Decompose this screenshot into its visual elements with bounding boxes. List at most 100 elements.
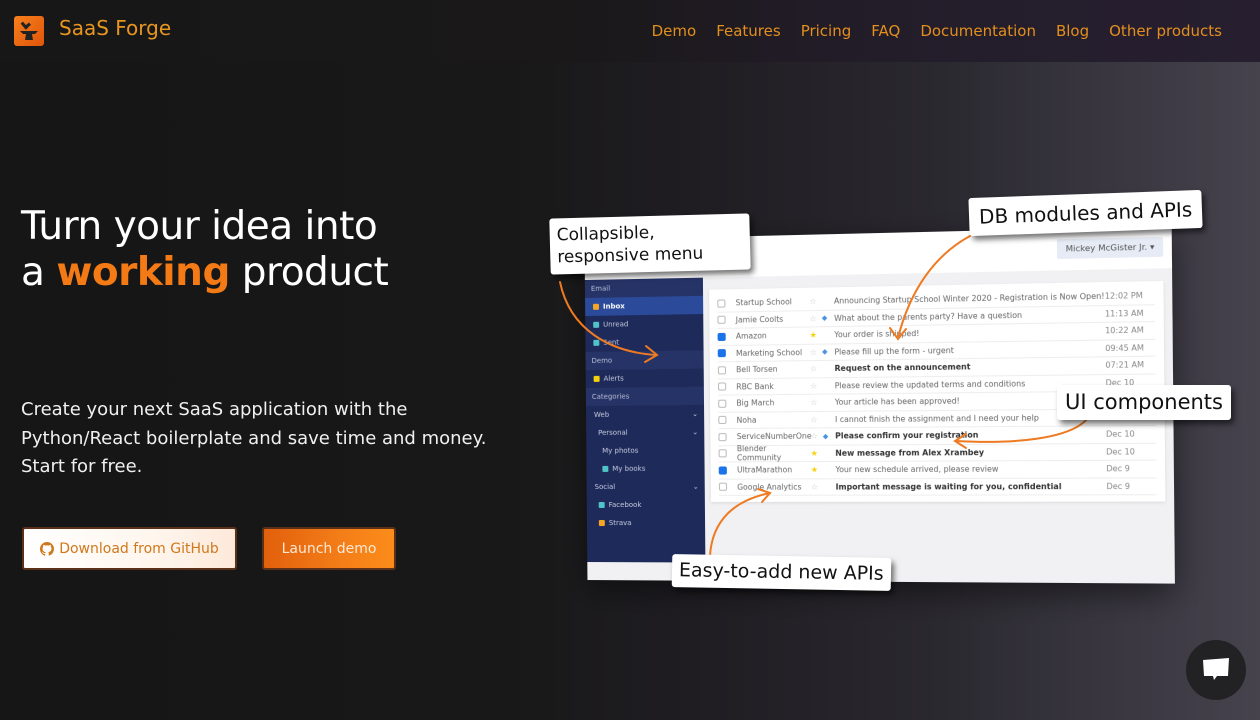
chevron-down-icon: ⌄ (692, 410, 699, 419)
hero-subtitle: Create your next SaaS application with t… (21, 399, 487, 477)
email-subject: New message from Alex Xrambey (835, 447, 985, 458)
mockup-sidebar-label: Inbox (602, 302, 625, 311)
email-subject: Please confirm your registration (835, 430, 979, 441)
email-time: 07:21 AM (1105, 360, 1145, 371)
star-icon: ☆ (810, 482, 819, 492)
download-github-label: Download from GitHub (59, 540, 219, 557)
chevron-down-icon: ⌄ (692, 428, 699, 437)
brand[interactable]: SaaS Forge (14, 16, 171, 46)
chat-button[interactable] (1186, 640, 1246, 700)
mockup-user-name: Mickey McGister Jr. (1065, 242, 1148, 254)
mockup-sidebar-label: Sent (603, 338, 620, 347)
anvil-logo-icon (14, 16, 44, 46)
mockup-sidebar-label: Demo (591, 356, 613, 365)
email-sender: Noha (736, 415, 757, 425)
email-subject: Announcing Startup School Winter 2020 - … (833, 291, 1105, 306)
launch-demo-button[interactable]: Launch demo (262, 527, 396, 570)
email-sender: Startup School (735, 297, 792, 308)
mockup-sidebar-label: Social (594, 482, 616, 491)
strava-icon (598, 520, 605, 527)
checkbox (718, 482, 728, 492)
email-sender: Google Analytics (737, 482, 802, 492)
email-time: 10:22 AM (1105, 325, 1144, 336)
email-sender: Amazon (735, 331, 767, 342)
email-subject: What about the parents party? Have a que… (834, 310, 1023, 323)
mockup-email-row: UltraMarathon ★ Your new schedule arrived,… (718, 460, 1157, 480)
mockup-sidebar-item: Social ⌄ (587, 478, 705, 496)
checkbox (718, 466, 727, 475)
tag-icon: ◆ (822, 432, 829, 441)
mockup-email-row: Google Analytics ☆ Important message is wa… (718, 477, 1157, 496)
nav-link-demo[interactable]: Demo (652, 22, 697, 40)
hero-title-accent: working (56, 250, 230, 295)
mockup-sidebar-item: Facebook (587, 496, 705, 514)
mockup-sidebar-item: Inbox (585, 295, 704, 317)
email-subject: Please fill up the form - urgent (834, 345, 954, 357)
email-sender: Blender Community (736, 444, 782, 463)
email-time: Dec 9 (1106, 481, 1131, 491)
nav-link-documentation[interactable]: Documentation (920, 22, 1036, 40)
mockup-sidebar-item: Demo (585, 350, 704, 371)
mockup-sidebar-label: Unread (603, 320, 629, 329)
email-time: Dec 9 (1106, 464, 1130, 474)
checkbox (718, 382, 727, 391)
mockup-sidebar-item: Web ⌄ (586, 405, 704, 424)
callout-collapsible-menu: Collapsible, responsive menu (549, 213, 751, 275)
email-sender: Jamie Coolts (735, 314, 784, 325)
email-time: 09:45 AM (1105, 342, 1144, 353)
nav-link-features[interactable]: Features (716, 22, 781, 40)
navbar: SaaS Forge Demo Features Pricing FAQ Doc… (0, 0, 1260, 62)
chevron-down-icon: ⌄ (692, 482, 699, 491)
star-icon: ☆ (809, 364, 818, 374)
nav-link-faq[interactable]: FAQ (871, 22, 900, 40)
email-subject: Your new schedule arrived, please review (835, 464, 999, 475)
callout-ui-components: UI components (1057, 385, 1231, 421)
nav-link-other-products[interactable]: Other products (1109, 22, 1222, 40)
mockup-sidebar-item: Personal ⌄ (586, 423, 704, 442)
star-icon: ★ (810, 448, 818, 458)
tag-icon: ◆ (821, 314, 828, 323)
nav-link-pricing[interactable]: Pricing (801, 22, 852, 40)
email-subject: Request on the announcement (834, 362, 971, 374)
checkbox (718, 416, 727, 425)
checkbox (718, 399, 727, 408)
hero-title-suffix: product (241, 250, 389, 295)
email-sender: Big March (736, 398, 775, 408)
mockup-sidebar-label: Strava (608, 519, 632, 528)
star-icon: ☆ (810, 398, 818, 408)
checkbox (717, 332, 726, 341)
facebook-icon (598, 501, 605, 509)
mockup-sidebar-item: Sent (585, 332, 703, 352)
checkbox (717, 315, 726, 325)
star-icon: ☆ (810, 431, 818, 441)
star-icon: ☆ (809, 313, 817, 324)
mockup-email-row: Blender Community ★ New message from Alex … (718, 443, 1157, 463)
github-icon (40, 541, 55, 556)
download-github-button[interactable]: Download from GitHub (22, 527, 237, 570)
checkbox (718, 432, 727, 441)
mockup-sidebar-label: Facebook (608, 500, 642, 510)
checkbox (717, 299, 726, 308)
mail-icon (593, 321, 600, 328)
checkbox (717, 349, 726, 358)
mockup-sidebar-label: Categories (591, 392, 630, 401)
email-sender: Marketing School (735, 347, 803, 358)
mockup-user-menu: Mickey McGister Jr. ▾ (1056, 236, 1164, 260)
mockup-sidebar-label: Email (590, 284, 611, 293)
mockup-sidebar-label: Alerts (603, 374, 624, 383)
email-sender: UltraMarathon (736, 465, 793, 475)
mockup-sidebar-label: My photos (602, 446, 639, 455)
email-sender: ServiceNumberOne (736, 431, 812, 442)
email-time: 12:02 PM (1104, 291, 1143, 302)
checkbox (717, 365, 727, 375)
email-sender: RBC Bank (736, 381, 774, 392)
book-icon (602, 465, 609, 472)
hero-title-prefix: a (21, 250, 45, 295)
mockup-sidebar-item: My photos (586, 441, 704, 460)
hero-title: Turn your idea into a working product (21, 204, 389, 296)
tag-icon: ◆ (821, 347, 828, 357)
nav-links: Demo Features Pricing FAQ Documentation … (652, 22, 1222, 40)
star-icon: ☆ (809, 347, 818, 357)
nav-link-blog[interactable]: Blog (1056, 22, 1089, 40)
warning-icon (593, 375, 600, 382)
